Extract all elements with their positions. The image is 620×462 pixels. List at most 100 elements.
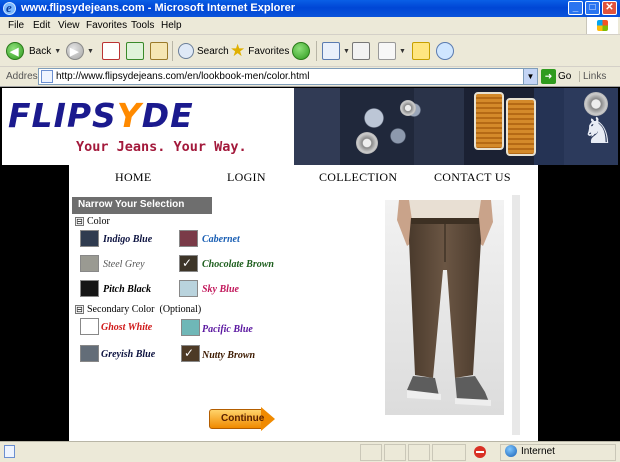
title-bar: www.flipsydejeans.com - Microsoft Intern… (0, 0, 620, 17)
toolbar-separator (316, 41, 317, 61)
chevron-down-icon: ▼ (54, 47, 62, 55)
nav-login[interactable]: LOGIN (227, 170, 266, 185)
favorites-button[interactable]: ★ Favorites (230, 40, 289, 62)
chevron-down-icon[interactable]: ▼ (523, 69, 537, 84)
maximize-button[interactable]: □ (585, 1, 600, 15)
menu-favorites[interactable]: Favorites (86, 20, 127, 31)
secondary-swatch-greyish-blue[interactable] (80, 345, 99, 362)
page-icon (41, 70, 53, 83)
collapse-icon[interactable]: ⊟ (75, 305, 84, 315)
nav-contact-us[interactable]: CONTACT US (434, 170, 511, 185)
color-swatch-steel-grey[interactable] (80, 255, 99, 272)
print-button[interactable] (352, 40, 370, 62)
photo-scroll-strip (512, 195, 520, 435)
secondary-label-greyish-blue[interactable]: Greyish Blue (101, 349, 155, 360)
messenger-button[interactable] (436, 40, 454, 62)
color-swatch-sky-blue[interactable] (179, 280, 198, 297)
secondary-swatch-ghost-white[interactable] (80, 318, 99, 335)
color-group-header[interactable]: ⊟ Color (75, 216, 110, 227)
minimize-button[interactable]: _ (568, 1, 583, 15)
site-nav: HOME LOGIN COLLECTION CONTACT US (69, 165, 538, 189)
logo-text-end: DE (141, 96, 194, 135)
close-button[interactable]: ✕ (602, 1, 617, 15)
stop-icon (102, 42, 120, 60)
secondary-swatch-pacific-blue[interactable] (181, 319, 200, 336)
windows-logo-icon (586, 17, 618, 34)
menu-bar: File Edit View Favorites Tools Help (0, 17, 620, 35)
edit-button[interactable]: ▼ (378, 40, 406, 62)
refresh-button[interactable] (126, 40, 144, 62)
address-input[interactable]: http://www.flipsydejeans.com/en/lookbook… (38, 68, 538, 85)
thread-spool-image (474, 92, 504, 150)
go-button[interactable]: ➜ Go (541, 69, 571, 84)
menu-tools[interactable]: Tools (131, 20, 154, 31)
collapse-icon[interactable]: ⊟ (75, 217, 84, 227)
logo-area[interactable]: FLIPSYDE Your Jeans. Your Way. (2, 88, 294, 165)
status-cell (432, 444, 466, 461)
check-icon: ✓ (182, 256, 193, 270)
jeans-model-photo (385, 200, 504, 415)
chevron-down-icon: ▼ (399, 47, 406, 55)
menu-help[interactable]: Help (161, 20, 182, 31)
site-header: FLIPSYDE Your Jeans. Your Way. ♞ (2, 88, 618, 165)
web-page: FLIPSYDE Your Jeans. Your Way. ♞ HOME LO… (2, 88, 618, 441)
color-label-indigo-blue[interactable]: Indigo Blue (103, 234, 152, 245)
history-button[interactable] (292, 40, 310, 62)
menu-view[interactable]: View (58, 20, 80, 31)
search-icon (178, 43, 194, 59)
menu-edit[interactable]: Edit (33, 20, 50, 31)
stop-button[interactable] (102, 40, 120, 62)
address-bar: Address http://www.flipsydejeans.com/en/… (0, 67, 620, 87)
note-icon (412, 42, 430, 60)
continue-button[interactable]: Continue (209, 407, 276, 432)
color-label-steel-grey[interactable]: Steel Grey (103, 259, 145, 270)
color-swatch-cabernet[interactable] (179, 230, 198, 247)
color-label-pitch-black[interactable]: Pitch Black (103, 284, 151, 295)
secondary-color-group-header[interactable]: ⊟ Secondary Color (Optional) (75, 304, 201, 315)
color-swatch-chocolate-brown[interactable]: ✓ (179, 255, 198, 272)
mail-icon (322, 42, 340, 60)
status-bar: Internet (0, 441, 620, 462)
popup-blocked-icon[interactable] (474, 446, 486, 458)
status-cell (384, 444, 406, 461)
forward-button[interactable]: ▶ ▼ (66, 40, 94, 62)
secondary-label-pacific-blue[interactable]: Pacific Blue (202, 324, 253, 335)
check-icon: ✓ (184, 346, 195, 360)
color-label-sky-blue[interactable]: Sky Blue (202, 284, 239, 295)
mail-button[interactable]: ▼ (322, 40, 350, 62)
favorites-label: Favorites (248, 45, 290, 57)
rivet-image (356, 132, 378, 154)
nav-home[interactable]: HOME (115, 170, 152, 185)
main-content: HOME LOGIN COLLECTION CONTACT US Narrow … (69, 165, 538, 441)
nav-collection[interactable]: COLLECTION (319, 170, 397, 185)
secondary-label-ghost-white[interactable]: Ghost White (101, 322, 152, 333)
color-swatch-pitch-black[interactable] (80, 280, 99, 297)
secondary-label-nutty-brown[interactable]: Nutty Brown (202, 350, 255, 361)
right-margin (538, 165, 618, 441)
site-logo: FLIPSYDE (8, 96, 194, 135)
history-icon (292, 42, 310, 60)
home-button[interactable] (150, 40, 168, 62)
menu-file[interactable]: File (8, 20, 24, 31)
globe-icon (505, 445, 517, 457)
unicorn-icon: ♞ (581, 110, 614, 151)
home-icon (150, 42, 168, 60)
chevron-down-icon: ▼ (87, 47, 94, 55)
ie-logo-icon (3, 0, 16, 16)
forward-arrow-icon: ▶ (66, 42, 84, 60)
logo-text-y: Y (116, 96, 142, 135)
color-label-cabernet[interactable]: Cabernet (202, 234, 240, 245)
secondary-swatch-nutty-brown[interactable]: ✓ (181, 345, 200, 362)
back-label: Back (29, 45, 52, 57)
back-button[interactable]: ◀ Back ▼ (6, 40, 61, 62)
search-label: Search (197, 45, 229, 57)
header-denim-collage: ♞ (294, 88, 618, 165)
go-arrow-icon: ➜ (541, 69, 556, 84)
color-swatch-indigo-blue[interactable] (80, 230, 99, 247)
search-button[interactable]: Search (178, 40, 229, 62)
discuss-button[interactable] (412, 40, 430, 62)
links-button[interactable]: Links (579, 71, 606, 82)
color-label-chocolate-brown[interactable]: Chocolate Brown (202, 259, 274, 270)
site-tagline: Your Jeans. Your Way. (76, 139, 247, 155)
jeans-model-image (385, 200, 504, 415)
